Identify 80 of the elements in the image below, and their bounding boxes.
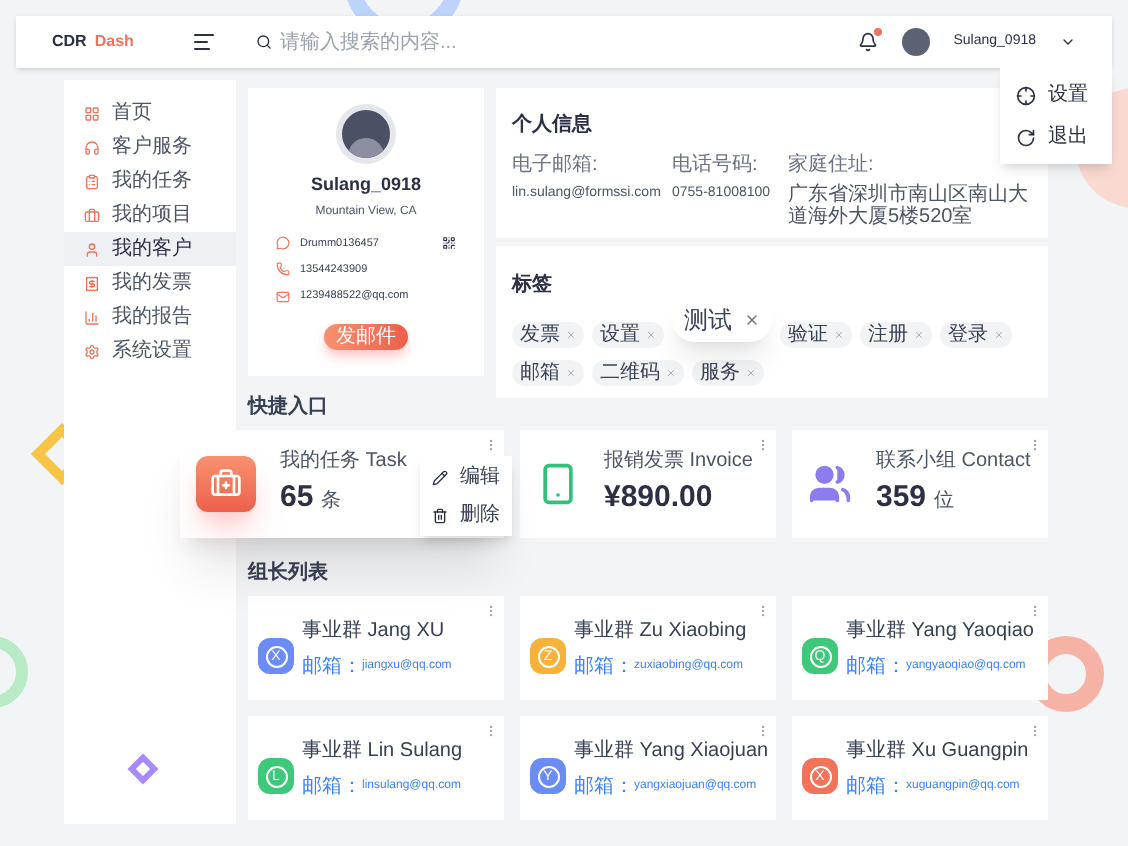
card-label: 我的任务 Task [280,447,407,477]
caret-icon[interactable] [1060,34,1076,50]
receipt-icon [84,275,100,291]
menu-item[interactable]: 编辑 [432,462,500,492]
sidebar-item[interactable]: 系统设置 [64,334,236,368]
card-value: 65 [280,478,314,519]
bar-chart-icon [84,309,100,325]
avatar[interactable] [901,28,930,56]
section-title: 快捷入口 [248,393,330,422]
trash-icon [432,507,448,523]
sidebar-item[interactable]: 客户服务 [64,130,236,164]
search-field[interactable]: 请输入搜索的内容... [280,27,652,57]
settings-icon [1016,85,1036,105]
email-label: 邮箱： [302,653,362,682]
logo-text: Dash [94,30,134,54]
section-title: 个人信息 [512,114,592,136]
sidebar-item[interactable]: 我的报告 [64,300,236,334]
person-icon [84,241,100,257]
qr-code-icon[interactable] [442,236,456,251]
sidebar-item[interactable]: 我的任务 [64,164,236,198]
field-label: 电话号码: [672,151,760,180]
menu-icon[interactable] [192,30,216,54]
tag-chip[interactable]: 二维码 [592,360,684,386]
tag-chip[interactable]: 验证 [780,322,852,348]
unit-label: 条 [321,488,342,517]
avatar [336,104,396,164]
logout-icon [1016,127,1036,147]
menu-item[interactable]: 设置 [1016,80,1096,110]
tag-chip[interactable]: 邮箱 [512,360,584,386]
briefcase-icon [84,207,100,223]
quick-card[interactable]: 报销发票 Invoice ¥890.00 [520,430,776,538]
section-title: 组长列表 [248,559,330,588]
field-value: 广东省深圳市南山区南山大道海外大厦5楼520室 [788,184,1030,228]
notification-button[interactable] [857,32,878,52]
tag-chip[interactable]: 登录 [940,322,1012,348]
search-icon [256,34,272,50]
sidebar-item[interactable]: 我的项目 [64,198,236,232]
chat-icon [276,236,290,251]
gear-icon [84,343,100,359]
email-label: 邮箱： [846,653,906,682]
member-name: 事业群 Xu Guangpin [846,737,1029,766]
email-label: 邮箱： [846,773,906,802]
tag-chip[interactable]: 设置 [592,322,664,348]
card-value: ¥890.00 [604,478,713,519]
section-title: 标签 [512,274,552,296]
close-icon[interactable] [744,311,760,327]
email-label: 邮箱： [574,773,634,802]
member-name: 事业群 Yang Xiaojuan [574,737,766,766]
member-name: 事业群 Jang XU [302,617,447,646]
logo-text: CDR [52,30,87,54]
tag-chip[interactable]: 注册 [860,322,932,348]
profile-name: Sulang_0918 [310,172,422,198]
phone-icon [276,262,290,277]
menu-item[interactable]: 退出 [1016,122,1096,152]
sidebar-item[interactable]: 首页 [64,96,236,130]
field-label: 家庭住址: [788,151,876,180]
tag-chip[interactable]: 服务 [692,360,764,386]
first-aid-kit-icon [196,456,256,512]
menu-item[interactable]: 删除 [432,500,500,530]
card-label: 联系小组 Contact [876,447,1031,477]
clipboard-icon [84,173,100,189]
sidebar-item[interactable]: 我的发票 [64,266,236,300]
email-label: 邮箱： [574,653,634,682]
sidebar-item[interactable]: 我的客户 [64,232,236,266]
users-icon [808,462,852,506]
member-name: 事业群 Yang Yaoqiao [846,617,1034,646]
quick-card[interactable]: 联系小组 Contact 359 位 [792,430,1048,538]
field-label: 电子邮箱: [512,151,600,180]
member-name: 事业群 Lin Sulang [302,737,463,766]
card-value: 359 [876,478,927,519]
email-label: 邮箱： [302,773,362,802]
pencil-icon [432,469,448,485]
member-name: 事业群 Zu Xiaobing [574,617,747,646]
floating-tag[interactable]: 测试 [672,297,772,341]
card-label: 报销发票 Invoice [604,447,753,477]
headset-icon [84,139,100,155]
grid-icon [84,105,100,121]
mail-icon [276,289,290,304]
tag-chip[interactable]: 发票 [512,322,584,348]
unit-label: 位 [934,488,955,517]
